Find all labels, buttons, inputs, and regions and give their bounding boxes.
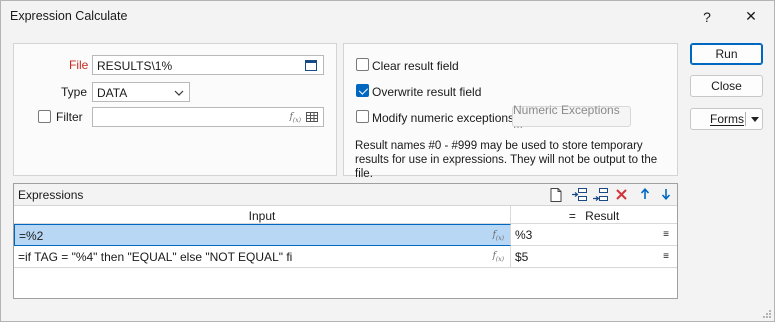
menu-icon[interactable]: ≡ [663,251,669,262]
expressions-header: Expressions [14,184,677,206]
grid-header-row: Input = Result [14,206,677,224]
type-select[interactable]: DATA [92,82,190,102]
move-down-icon[interactable] [661,188,671,200]
result-cell[interactable]: $5 ≡ [511,246,677,268]
type-label: Type [61,85,88,99]
menu-icon[interactable]: ≡ [663,229,669,240]
forms-button[interactable]: Forms [690,108,763,130]
function-icon[interactable]: f(x) [290,112,301,124]
result-cell-text: %3 [515,228,533,242]
result-column-label: Result [585,209,620,223]
expressions-panel: Expressions Input = Result =%2 f(x) %3 ≡… [13,183,678,299]
modify-numeric-label: Modify numeric exceptions [372,111,515,125]
run-label: Run [715,47,738,61]
numeric-exceptions-label: Numeric Exceptions ... [513,102,620,131]
input-column-label: Input [248,209,276,223]
window-close-button[interactable]: ✕ [729,1,773,32]
filter-label: Filter [56,110,83,124]
close-icon: ✕ [745,8,757,24]
options-panel: Clear result field Overwrite result fiel… [343,43,678,180]
table-icon[interactable] [306,112,318,122]
result-prefix: = [568,209,576,223]
filter-input[interactable]: f(x) [92,107,324,127]
forms-divider [745,112,746,126]
result-column-header[interactable]: = Result [511,206,677,223]
numeric-exceptions-button[interactable]: Numeric Exceptions ... [512,103,631,131]
filter-checkbox[interactable] [38,110,51,123]
help-icon: ? [703,8,711,25]
file-panel: File RESULTS\1% Type DATA Filter f(x) [13,43,337,176]
close-label: Close [711,79,742,93]
grid-empty-area [14,269,677,298]
input-column-header[interactable]: Input [14,206,511,223]
browse-icon[interactable] [305,60,317,71]
insert-row-icon[interactable] [571,188,587,202]
title-bar: Expression Calculate ? ✕ [1,1,774,32]
delete-row-icon[interactable] [616,189,627,200]
overwrite-result-checkbox[interactable] [356,84,369,97]
table-row[interactable]: =%2 f(x) %3 ≡ [14,224,677,246]
type-select-value: DATA [97,86,128,100]
move-up-icon[interactable] [640,188,650,200]
input-cell-text: =if TAG = "%4" then "EQUAL" else "NOT EQ… [18,250,293,264]
input-cell-text: =%2 [19,229,44,243]
run-button[interactable]: Run [690,43,763,65]
chevron-down-icon [174,90,184,96]
close-button[interactable]: Close [690,75,763,97]
forms-label: Forms [710,112,744,126]
input-cell[interactable]: =%2 f(x) [14,224,511,246]
result-cell-text: $5 [515,250,529,264]
function-icon[interactable]: f(x) [493,251,504,263]
file-input[interactable]: RESULTS\1% [92,55,324,75]
help-button[interactable]: ? [685,1,729,32]
clear-result-checkbox[interactable] [356,58,369,71]
table-row[interactable]: =if TAG = "%4" then "EQUAL" else "NOT EQ… [14,246,677,268]
dropdown-arrow-icon[interactable] [751,117,759,122]
input-cell[interactable]: =if TAG = "%4" then "EQUAL" else "NOT EQ… [14,246,511,268]
expressions-title: Expressions [18,188,84,202]
expression-calculate-dialog: Expression Calculate ? ✕ File RESULTS\1%… [0,0,775,322]
clear-result-label: Clear result field [372,59,459,73]
resize-grip-icon[interactable] [762,309,772,319]
result-names-note: Result names #0 - #999 may be used to st… [355,140,658,180]
append-row-icon[interactable] [592,188,608,202]
result-cell[interactable]: %3 ≡ [511,224,677,246]
new-row-icon[interactable] [550,188,562,202]
window-title: Expression Calculate [10,9,128,23]
modify-numeric-checkbox[interactable] [356,110,369,123]
file-label: File [69,58,89,72]
file-input-value: RESULTS\1% [97,59,173,73]
overwrite-result-label: Overwrite result field [372,85,482,99]
function-icon[interactable]: f(x) [493,230,504,242]
